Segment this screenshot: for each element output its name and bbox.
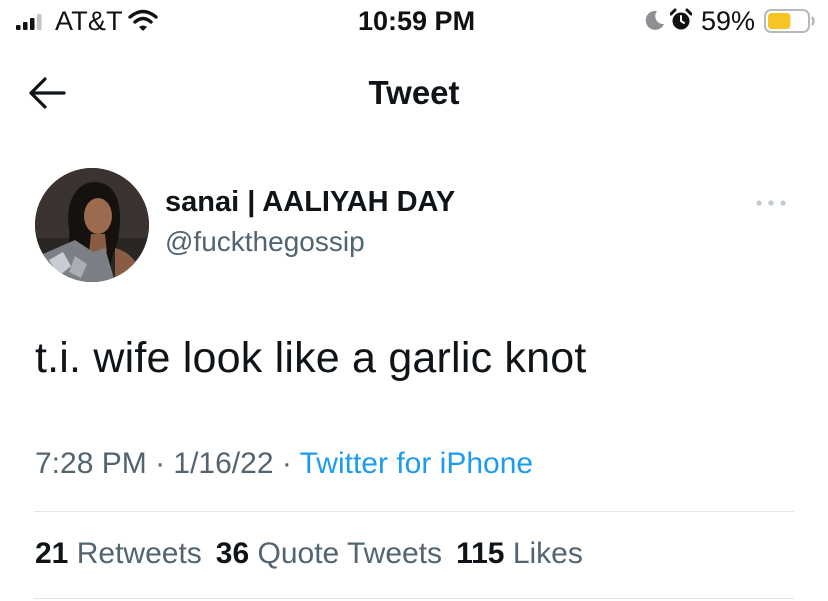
- retweets-stat[interactable]: 21 Retweets: [35, 537, 202, 570]
- carrier-name: AT&T: [55, 6, 123, 36]
- status-bar: AT&T 10:59 PM 59%: [0, 0, 828, 44]
- meta-separator: ·: [281, 447, 300, 480]
- author-handle[interactable]: @fuckthegossip: [165, 226, 365, 258]
- quote-tweets-stat[interactable]: 36 Quote Tweets: [216, 537, 442, 570]
- battery-icon: [764, 9, 815, 33]
- do-not-disturb-moon-icon: [645, 10, 664, 30]
- quote-tweets-count: 36: [215, 537, 250, 570]
- status-time: 10:59 PM: [358, 6, 476, 36]
- battery-percentage: 59%: [701, 6, 756, 36]
- likes-stat[interactable]: 115 Likes: [456, 537, 583, 570]
- tweet-time[interactable]: 7:28 PM: [35, 447, 147, 480]
- more-options-icon[interactable]: [748, 195, 794, 211]
- alarm-icon: [670, 8, 692, 30]
- meta-separator: ·: [155, 447, 174, 480]
- cellular-signal-icon: [16, 14, 42, 30]
- retweets-label: Retweets: [76, 537, 202, 570]
- page-title: Tweet: [368, 74, 460, 111]
- tweet-date[interactable]: 1/16/22: [173, 447, 273, 480]
- divider: [34, 598, 794, 599]
- tweet-source-link[interactable]: Twitter for iPhone: [300, 447, 533, 480]
- retweets-count: 21: [35, 537, 69, 570]
- tweet-text: t.i. wife look like a garlic knot: [35, 334, 587, 382]
- likes-label: Likes: [512, 537, 583, 570]
- likes-count: 115: [456, 537, 505, 570]
- tweet-stats: 21 Retweets 36 Quote Tweets 115 Likes: [35, 537, 597, 571]
- avatar-image: [35, 168, 149, 282]
- tweet-meta: 7:28 PM · 1/16/22 · Twitter for iPhone: [35, 447, 533, 481]
- divider: [34, 511, 794, 512]
- quote-tweets-label: Quote Tweets: [257, 537, 443, 570]
- avatar[interactable]: [35, 168, 149, 282]
- wifi-icon: [128, 9, 158, 31]
- author-display-name[interactable]: sanai | AALIYAH DAY: [165, 186, 455, 219]
